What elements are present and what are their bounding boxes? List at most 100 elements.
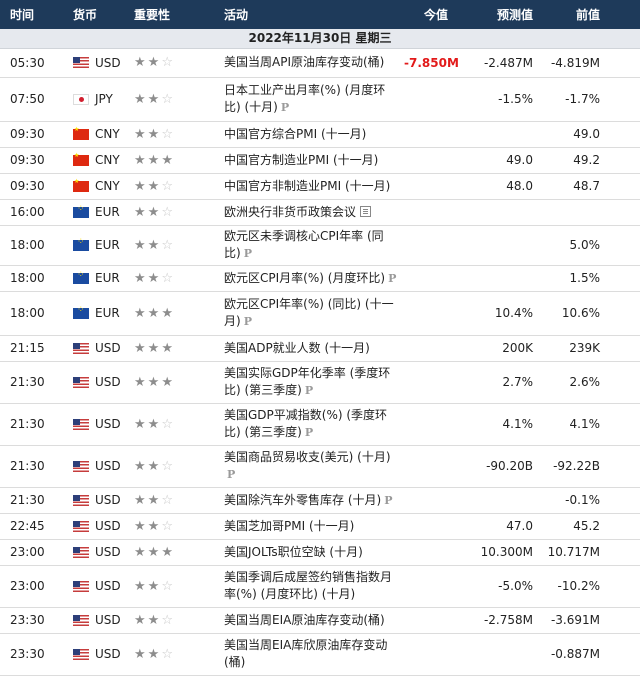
preliminary-icon[interactable]: P xyxy=(305,426,313,439)
event-activity[interactable]: 中国官方非制造业PMI (十一月) xyxy=(224,173,404,200)
header-actual[interactable]: 今值 xyxy=(404,6,452,23)
activity-label[interactable]: 中国官方综合PMI (十一月) xyxy=(224,127,366,141)
event-activity[interactable]: 美国芝加哥PMI (十一月) xyxy=(224,513,404,540)
event-activity[interactable]: 美国季调后成屋签约销售指数月率(%) (月度环比) (十月) xyxy=(224,565,404,608)
table-row[interactable]: 21:30 USD ★★☆ 美国商品贸易收支(美元) (十月)P -90.20B -92.… xyxy=(0,445,640,488)
table-row[interactable]: 23:30 USD ★★☆ 美国当周EIA原油库存变动(桶) -2.758M -3.691… xyxy=(0,607,640,634)
event-activity[interactable]: 美国当周API原油库存变动(桶) xyxy=(224,49,404,78)
previous-value: 49.2 xyxy=(537,147,640,174)
activity-label[interactable]: 美国商品贸易收支(美元) (十月) xyxy=(224,450,391,464)
preliminary-icon[interactable]: P xyxy=(244,315,252,328)
star-filled-icon: ★ xyxy=(147,55,162,71)
forecast-value xyxy=(452,633,537,676)
header-importance[interactable]: 重要性 xyxy=(134,6,224,23)
activity-label[interactable]: 中国官方制造业PMI (十一月) xyxy=(224,153,378,167)
event-currency: CNY xyxy=(73,147,134,174)
currency-code: USD xyxy=(95,375,121,389)
header-previous[interactable]: 前值 xyxy=(537,6,640,23)
event-time: 07:50 xyxy=(0,77,73,122)
table-row[interactable]: 18:00EUR★★☆欧元区未季调核心CPI年率 (同比)P5.0% xyxy=(0,225,640,266)
table-row[interactable]: 21:15 USD ★★★ 美国ADP就业人数 (十一月) 200K 239K xyxy=(0,335,640,362)
header-time[interactable]: 时间 xyxy=(0,6,73,23)
event-activity[interactable]: 中国官方制造业PMI (十一月) xyxy=(224,147,404,174)
activity-label[interactable]: 美国ADP就业人数 (十一月) xyxy=(224,341,370,355)
activity-label[interactable]: 美国当周EIA原油库存变动(桶) xyxy=(224,613,385,627)
table-row[interactable]: 16:00EUR★★☆欧洲央行非货币政策会议 xyxy=(0,199,640,226)
table-row[interactable]: 21:30 USD ★★☆ 美国GDP平减指数(%) (季度环比) (第三季度) P 4.… xyxy=(0,403,640,446)
activity-label[interactable]: 中国官方非制造业PMI (十一月) xyxy=(224,179,390,193)
event-activity[interactable]: 美国除汽车外零售库存 (十月) P xyxy=(224,487,404,514)
table-row[interactable]: 18:00EUR★★★欧元区CPI年率(%) (同比) (十一月)P10.4%1… xyxy=(0,291,640,336)
event-activity[interactable]: 美国GDP平减指数(%) (季度环比) (第三季度) P xyxy=(224,403,404,446)
table-row[interactable]: 09:30CNY★★★中国官方制造业PMI (十一月)49.049.2 xyxy=(0,147,640,174)
activity-label[interactable]: 欧洲央行非货币政策会议 xyxy=(224,205,356,219)
currency-code: USD xyxy=(95,647,121,661)
us-flag-icon xyxy=(73,342,89,354)
event-activity[interactable]: 美国实际GDP年化季率 (季度环比) (第三季度) P xyxy=(224,361,404,404)
activity-label[interactable]: 日本工业产出月率(%) (月度环比) (十月) xyxy=(224,83,385,114)
forecast-value: 200K xyxy=(452,335,537,362)
event-activity[interactable]: 欧元区CPI年率(%) (同比) (十一月) P xyxy=(224,291,404,336)
importance-stars: ★★☆ xyxy=(134,565,224,608)
event-activity[interactable]: 欧元区未季调核心CPI年率 (同比) P xyxy=(224,225,404,266)
header-activity[interactable]: 活动 xyxy=(224,6,404,23)
importance-stars: ★★☆ xyxy=(134,607,224,634)
event-currency: USD xyxy=(73,445,134,488)
table-row[interactable]: 23:00 USD ★★★ 美国JOLTs职位空缺 (十月) 10.300M 10.717… xyxy=(0,539,640,566)
table-row[interactable]: 09:30CNY★★☆中国官方非制造业PMI (十一月)48.048.7 xyxy=(0,173,640,200)
star-empty-icon: ☆ xyxy=(161,237,175,253)
forecast-value: -2.758M xyxy=(452,607,537,634)
preliminary-icon[interactable]: P xyxy=(227,468,235,481)
table-row[interactable]: 22:45 USD ★★☆ 美国芝加哥PMI (十一月) 47.0 45.2 xyxy=(0,513,640,540)
importance-stars: ★★☆ xyxy=(134,445,224,488)
event-activity[interactable]: 欧洲央行非货币政策会议 xyxy=(224,199,404,226)
table-row[interactable]: 21:30 USD ★★☆ 美国除汽车外零售库存 (十月) P -0.1% xyxy=(0,487,640,514)
table-row[interactable]: 07:50 JPY ★★☆ 日本工业产出月率(%) (月度环比) (十月) P -1.5%… xyxy=(0,77,640,122)
preliminary-icon[interactable]: P xyxy=(388,272,396,285)
header-forecast[interactable]: 预测值 xyxy=(452,6,537,23)
table-row[interactable]: 05:30 USD ★★☆ 美国当周API原油库存变动(桶) -7.850M -2.487… xyxy=(0,49,640,78)
activity-label[interactable]: 美国季调后成屋签约销售指数月率(%) (月度环比) (十月) xyxy=(224,570,392,601)
forecast-value: 2.7% xyxy=(452,361,537,404)
event-time: 21:30 xyxy=(0,361,73,404)
table-row[interactable]: 09:30CNY★★☆中国官方综合PMI (十一月)49.0 xyxy=(0,121,640,148)
activity-label[interactable]: 美国JOLTs职位空缺 (十月) xyxy=(224,545,363,559)
table-row[interactable]: 21:30 USD ★★★ 美国实际GDP年化季率 (季度环比) (第三季度) P 2.7… xyxy=(0,361,640,404)
preliminary-icon[interactable]: P xyxy=(281,101,289,114)
table-row[interactable]: 23:00 USD ★★☆ 美国季调后成屋签约销售指数月率(%) (月度环比) (十月… xyxy=(0,565,640,608)
event-activity[interactable]: 美国当周EIA原油库存变动(桶) xyxy=(224,607,404,634)
star-filled-icon: ★ xyxy=(134,416,148,432)
activity-label[interactable]: 欧元区CPI月率(%) (月度环比) xyxy=(224,271,385,285)
activity-label[interactable]: 美国当周API原油库存变动(桶) xyxy=(224,55,384,69)
preliminary-icon[interactable]: P xyxy=(244,247,252,260)
calendar-table: 05:30 USD ★★☆ 美国当周API原油库存变动(桶) -7.850M -2.487… xyxy=(0,49,640,676)
star-filled-icon: ★ xyxy=(147,612,162,628)
table-row[interactable]: 23:30 USD ★★☆ 美国当周EIA库欣原油库存变动(桶) -0.887M xyxy=(0,633,640,676)
header-currency[interactable]: 货币 xyxy=(73,6,134,23)
star-filled-icon: ★ xyxy=(147,374,162,390)
preliminary-icon[interactable]: P xyxy=(305,384,313,397)
event-time: 05:30 xyxy=(0,49,73,78)
event-activity[interactable]: 美国商品贸易收支(美元) (十月) P xyxy=(224,445,404,488)
star-filled-icon: ★ xyxy=(147,91,162,107)
table-row[interactable]: 18:00EUR★★☆欧元区CPI月率(%) (月度环比)P1.5% xyxy=(0,265,640,292)
event-activity[interactable]: 欧元区CPI月率(%) (月度环比) P xyxy=(224,265,404,292)
event-activity[interactable]: 美国ADP就业人数 (十一月) xyxy=(224,335,404,362)
event-activity[interactable]: 美国JOLTs职位空缺 (十月) xyxy=(224,539,404,566)
event-activity[interactable]: 美国当周EIA库欣原油库存变动(桶) xyxy=(224,633,404,676)
actual-value xyxy=(404,121,452,148)
actual-value xyxy=(404,513,452,540)
activity-label[interactable]: 美国芝加哥PMI (十一月) xyxy=(224,519,354,533)
forecast-value: 4.1% xyxy=(452,403,537,446)
forecast-value: 10.4% xyxy=(452,291,537,336)
activity-label[interactable]: 美国除汽车外零售库存 (十月) xyxy=(224,493,381,507)
star-empty-icon: ☆ xyxy=(161,492,175,508)
event-activity[interactable]: 日本工业产出月率(%) (月度环比) (十月) P xyxy=(224,77,404,122)
star-filled-icon: ★ xyxy=(147,340,162,356)
preliminary-icon[interactable]: P xyxy=(384,494,392,507)
event-activity[interactable]: 中国官方综合PMI (十一月) xyxy=(224,121,404,148)
star-filled-icon: ★ xyxy=(134,374,148,390)
document-icon[interactable] xyxy=(360,205,372,217)
activity-label[interactable]: 美国当周EIA库欣原油库存变动(桶) xyxy=(224,638,387,669)
star-empty-icon: ☆ xyxy=(161,270,175,286)
